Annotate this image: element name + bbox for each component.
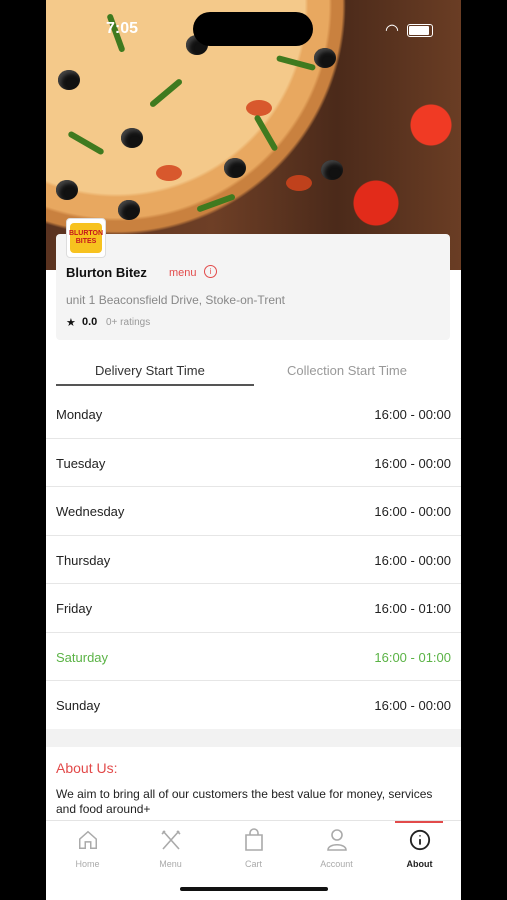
- fork-knife-icon: [129, 827, 212, 853]
- logo-mark: BLURTON BITES: [69, 223, 103, 253]
- hours-value: 16:00 - 01:00: [374, 649, 451, 665]
- schedule-row-monday: Monday 16:00 - 00:00: [46, 390, 461, 439]
- hours-value: 16:00 - 00:00: [374, 455, 451, 471]
- nav-menu[interactable]: Menu: [129, 827, 212, 869]
- active-tab-indicator: [56, 384, 254, 386]
- nav-label: Cart: [244, 859, 262, 869]
- nav-label: About: [406, 859, 433, 869]
- day-label: Monday: [56, 407, 103, 422]
- hours-value: 16:00 - 00:00: [374, 552, 451, 568]
- camera-notch: [193, 12, 313, 46]
- hours-value: 16:00 - 00:00: [374, 698, 451, 713]
- battery-icon: [407, 23, 433, 37]
- day-label: Friday: [56, 601, 93, 616]
- shopping-bag-icon: [212, 827, 295, 853]
- day-label: Tuesday: [56, 455, 106, 471]
- active-nav-indicator: [395, 821, 443, 823]
- status-icons: ◠: [385, 20, 433, 40]
- day-label: Sunday: [56, 698, 101, 713]
- schedule-row-tuesday: Tuesday 16:00 - 00:00: [46, 439, 461, 487]
- tab-delivery-start-time[interactable]: Delivery Start Time: [95, 363, 205, 378]
- day-label: Thursday: [56, 552, 111, 568]
- star-icon: ★: [66, 317, 76, 329]
- status-time: 7:05: [106, 20, 139, 37]
- restaurant-info-card: BLURTON BITES Blurton Bitez menu i unit 1…: [56, 218, 450, 340]
- schedule-row-friday: Friday 16:00 - 01:00: [46, 584, 461, 633]
- user-icon: [295, 827, 378, 853]
- schedule-row-wednesday: Wednesday 16:00 - 00:00: [46, 487, 461, 536]
- wifi-icon: ◠: [385, 22, 399, 39]
- home-indicator: [180, 887, 328, 891]
- nav-cart[interactable]: Cart: [212, 827, 295, 869]
- restaurant-logo: BLURTON BITES: [66, 218, 106, 258]
- restaurant-name: Blurton Bitez: [66, 265, 147, 280]
- hours-tabs: Delivery Start Time Collection Start Tim…: [46, 354, 461, 388]
- nav-label: Menu: [159, 859, 182, 869]
- info-circle-icon: [378, 827, 461, 853]
- opening-hours-list: Monday 16:00 - 00:00 Tuesday 16:00 - 00:…: [46, 390, 461, 730]
- hero-image: 7:05 ◠: [46, 0, 461, 270]
- hours-value: 16:00 - 00:00: [374, 407, 451, 422]
- restaurant-address: unit 1 Beaconsfield Drive, Stoke-on-Tren…: [66, 293, 285, 307]
- hours-value: 16:00 - 01:00: [374, 601, 451, 616]
- tab-collection-start-time[interactable]: Collection Start Time: [287, 363, 407, 378]
- info-icon[interactable]: i: [204, 265, 217, 278]
- nav-about[interactable]: About: [378, 827, 461, 869]
- section-divider: [46, 729, 461, 747]
- nav-home[interactable]: Home: [46, 827, 129, 869]
- schedule-row-sunday: Sunday 16:00 - 00:00: [46, 681, 461, 730]
- nav-label: Account: [320, 859, 353, 869]
- rating-value: 0.0: [82, 316, 98, 328]
- menu-link[interactable]: menu: [169, 267, 197, 279]
- day-label: Saturday: [56, 649, 109, 665]
- day-label: Wednesday: [56, 504, 125, 519]
- app-screen: 7:05 ◠ BLURTON BITES Blurton Bitez menu i…: [46, 0, 461, 900]
- rating-count: 0+ ratings: [106, 317, 151, 328]
- about-text: We aim to bring all of our customers the…: [56, 787, 433, 816]
- hours-value: 16:00 - 00:00: [374, 504, 451, 519]
- nav-label: Home: [75, 859, 100, 869]
- schedule-row-thursday: Thursday 16:00 - 00:00: [46, 536, 461, 584]
- about-title: About Us:: [56, 760, 118, 776]
- nav-account[interactable]: Account: [295, 827, 378, 869]
- schedule-row-saturday: Saturday 16:00 - 01:00: [46, 633, 461, 681]
- home-icon: [46, 827, 129, 853]
